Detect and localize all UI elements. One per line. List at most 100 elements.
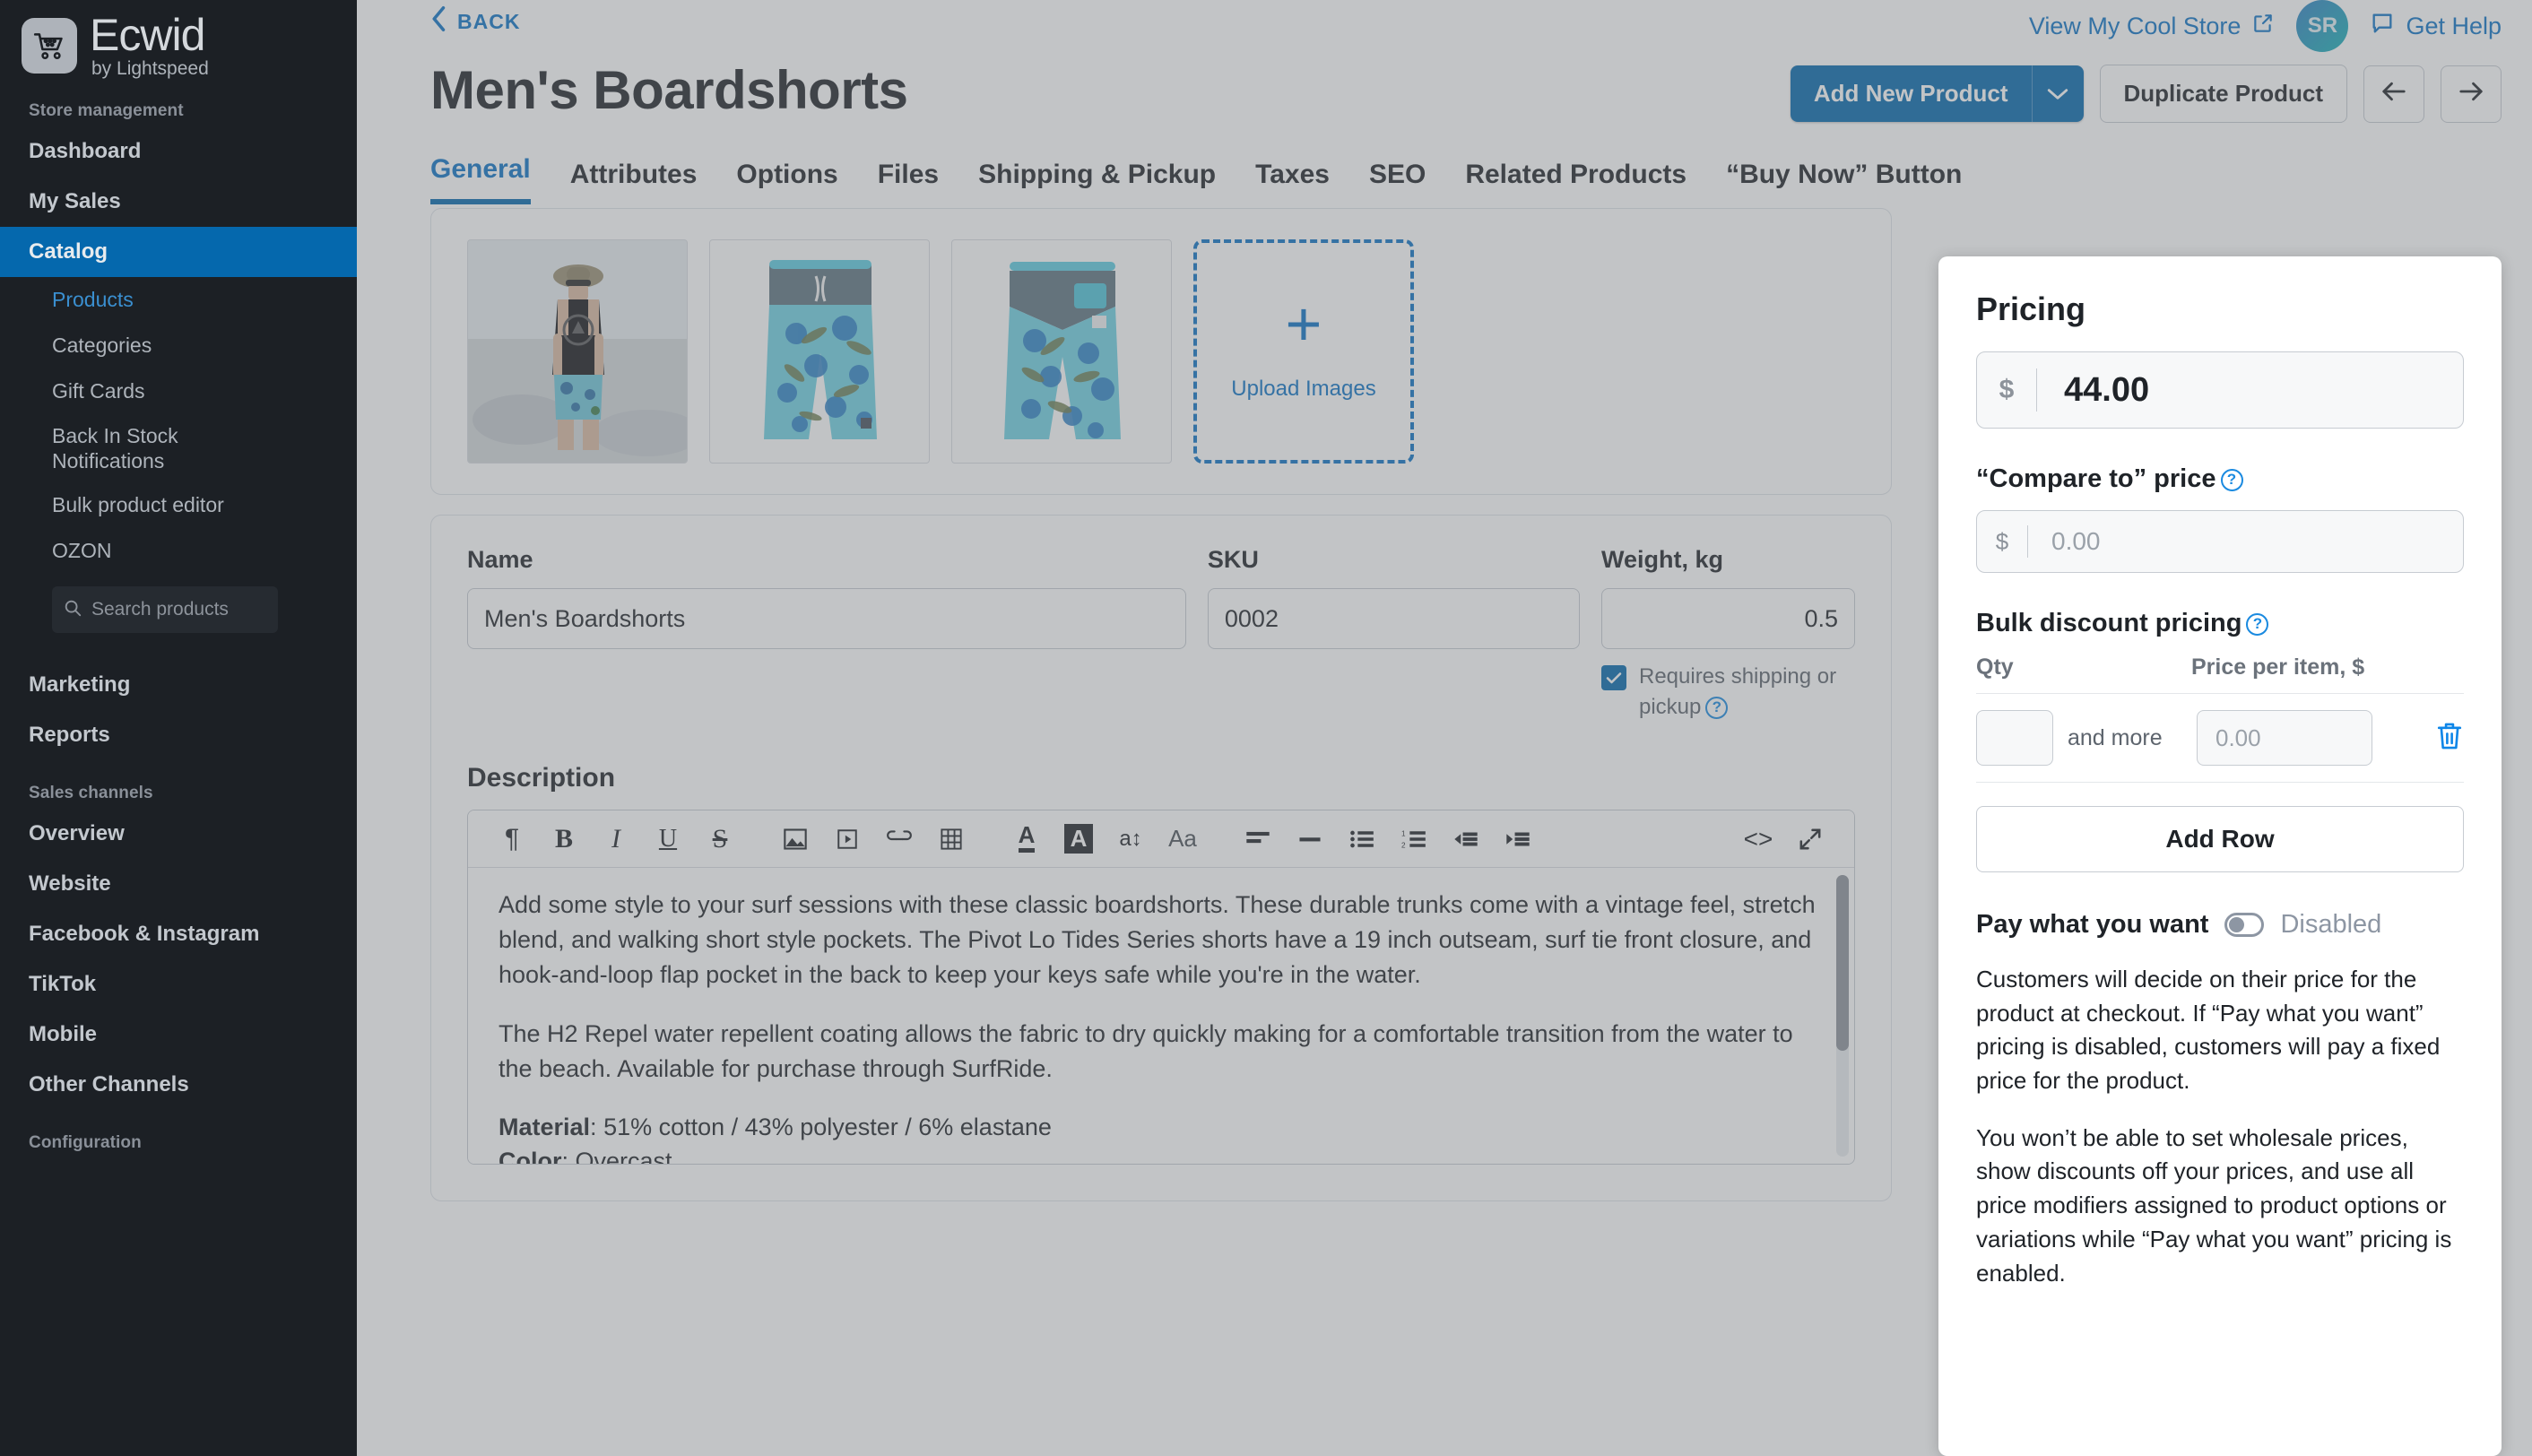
search-products-input[interactable]: Search products [52, 586, 278, 634]
pricing-panel: Pricing $ 44.00 “Compare to” price? $ 0.… [1938, 256, 2502, 1456]
tab-options[interactable]: Options [736, 160, 837, 204]
tab-related-products[interactable]: Related Products [1465, 160, 1687, 204]
bulleted-list-icon[interactable] [1336, 813, 1388, 865]
sidebar: Ecwid by Lightspeed Store management Das… [0, 0, 357, 1456]
description-text-area[interactable]: Add some style to your surf sessions wit… [468, 868, 1854, 1165]
editor-toolbar: ¶ B I U S A A a↕ Aa 1 2 <> [468, 810, 1854, 869]
question-mark-icon[interactable]: ? [2220, 468, 2243, 491]
product-image-thumbnail-1[interactable] [467, 239, 688, 464]
sidebar-item-categories[interactable]: Categories [0, 323, 357, 368]
align-icon[interactable] [1232, 813, 1284, 865]
strikethrough-icon[interactable]: S [694, 813, 746, 865]
sidebar-item-back-in-stock-notifications[interactable]: Back In Stock Notifications [0, 414, 206, 482]
pay-what-you-want-toggle[interactable] [2224, 913, 2265, 937]
product-images-card: + Upload Images [430, 208, 1892, 495]
tab-attributes[interactable]: Attributes [570, 160, 698, 204]
text-color-icon[interactable]: A [1001, 813, 1053, 865]
bulk-col-price: Price per item, $ [2191, 654, 2365, 680]
underline-icon[interactable]: U [642, 813, 694, 865]
chevron-down-icon[interactable] [2031, 65, 2084, 122]
spec-color: Color: Overcast [499, 1148, 672, 1165]
highlight-color-icon[interactable]: A [1053, 813, 1105, 865]
sidebar-section-sales-channels: Sales channels [29, 784, 153, 803]
question-mark-icon[interactable]: ? [2246, 612, 2269, 636]
insert-table-icon[interactable] [925, 813, 977, 865]
sidebar-item-mobile[interactable]: Mobile [0, 1010, 357, 1060]
paragraph-icon[interactable]: ¶ [486, 813, 538, 865]
page-header: Men's Boardshorts Add New Product Duplic… [357, 50, 2532, 133]
price-input[interactable]: $ 44.00 [1976, 351, 2464, 429]
sidebar-item-other-channels[interactable]: Other Channels [0, 1060, 357, 1110]
add-new-product-button[interactable]: Add New Product [1790, 65, 2084, 122]
sidebar-item-catalog[interactable]: Catalog [0, 227, 357, 277]
italic-icon[interactable]: I [590, 813, 642, 865]
get-help-button[interactable]: Get Help [2370, 11, 2502, 42]
insert-link-icon[interactable] [873, 813, 925, 865]
upload-images-button[interactable]: + Upload Images [1193, 239, 1414, 464]
weight-input[interactable]: 0.5 [1600, 588, 1855, 649]
sidebar-item-website[interactable]: Website [0, 859, 357, 909]
sidebar-item-ozon[interactable]: OZON [0, 528, 357, 574]
bulk-qty-input[interactable] [1976, 710, 2053, 766]
brand-logo-block[interactable]: Ecwid by Lightspeed [0, 0, 357, 78]
font-size-icon[interactable]: a↕ [1105, 813, 1157, 865]
source-code-icon[interactable]: <> [1732, 813, 1784, 865]
sidebar-item-gift-cards[interactable]: Gift Cards [0, 368, 357, 414]
pay-what-you-want-label: Pay what you want [1976, 910, 2209, 939]
question-mark-icon[interactable]: ? [1705, 696, 1729, 719]
outdent-icon[interactable] [1440, 813, 1492, 865]
bold-icon[interactable]: B [538, 813, 590, 865]
bulk-price-input[interactable]: 0.00 [2197, 710, 2372, 766]
back-button[interactable]: BACK [430, 5, 520, 38]
name-input[interactable]: Men's Boardshorts [467, 588, 1186, 649]
sidebar-item-marketing[interactable]: Marketing [0, 660, 357, 710]
sidebar-item-reports[interactable]: Reports [0, 710, 357, 760]
trash-icon[interactable] [2435, 721, 2464, 756]
insert-video-icon[interactable] [821, 813, 873, 865]
bulk-table-header: Qty Price per item, $ [1976, 654, 2464, 693]
duplicate-product-button[interactable]: Duplicate Product [2099, 65, 2347, 123]
next-product-button[interactable] [2441, 65, 2502, 123]
tab-general[interactable]: General [430, 154, 531, 204]
sku-label: SKU [1207, 546, 1259, 573]
description-label: Description [467, 763, 616, 793]
sidebar-item-overview[interactable]: Overview [0, 809, 357, 859]
divider [1976, 782, 2464, 783]
sidebar-item-tiktok[interactable]: TikTok [0, 959, 357, 1010]
compare-to-price-input[interactable]: $ 0.00 [1976, 510, 2464, 573]
tab-seo[interactable]: SEO [1369, 160, 1426, 204]
requires-shipping-row[interactable]: Requires shipping or pickup? [1600, 662, 1855, 722]
avatar[interactable]: SR [2296, 0, 2349, 52]
numbered-list-icon[interactable]: 12 [1388, 813, 1440, 865]
tab-shipping-pickup[interactable]: Shipping & Pickup [978, 160, 1216, 204]
sidebar-item-my-sales[interactable]: My Sales [0, 177, 357, 227]
bulk-col-qty: Qty [1976, 654, 2014, 680]
editor-scrollbar-thumb[interactable] [1836, 875, 1849, 1052]
font-family-icon[interactable]: Aa [1157, 813, 1209, 865]
sidebar-item-bulk-product-editor[interactable]: Bulk product editor [0, 482, 357, 528]
page-title: Men's Boardshorts [430, 60, 908, 120]
tab-buy-now-button[interactable]: “Buy Now” Button [1726, 160, 1962, 204]
name-label: Name [467, 546, 533, 573]
bulk-table-row: and more 0.00 [1976, 694, 2464, 782]
fullscreen-icon[interactable] [1784, 813, 1836, 865]
sidebar-item-dashboard[interactable]: Dashboard [0, 126, 357, 177]
pay-what-you-want-description-2: You won’t be able to set wholesale price… [1976, 1123, 2452, 1287]
tab-taxes[interactable]: Taxes [1255, 160, 1330, 204]
insert-image-icon[interactable] [769, 813, 821, 865]
requires-shipping-checkbox[interactable] [1600, 665, 1626, 690]
sidebar-item-facebook-instagram[interactable]: Facebook & Instagram [0, 909, 357, 959]
product-image-thumbnail-2[interactable] [709, 239, 930, 464]
view-store-link[interactable]: View My Cool Store [2029, 12, 2276, 41]
search-placeholder: Search products [91, 599, 229, 620]
indent-icon[interactable] [1492, 813, 1544, 865]
product-image-thumbnail-3[interactable] [951, 239, 1172, 464]
top-bar: BACK View My Cool Store SR Get Help [357, 0, 2532, 52]
previous-product-button[interactable] [2363, 65, 2424, 123]
sidebar-item-products[interactable]: Products [0, 277, 357, 323]
add-new-product-label: Add New Product [1790, 65, 2032, 122]
tab-files[interactable]: Files [878, 160, 939, 204]
add-row-button[interactable]: Add Row [1976, 806, 2464, 872]
horizontal-rule-icon[interactable] [1284, 813, 1336, 865]
sku-input[interactable]: 0002 [1207, 588, 1580, 649]
